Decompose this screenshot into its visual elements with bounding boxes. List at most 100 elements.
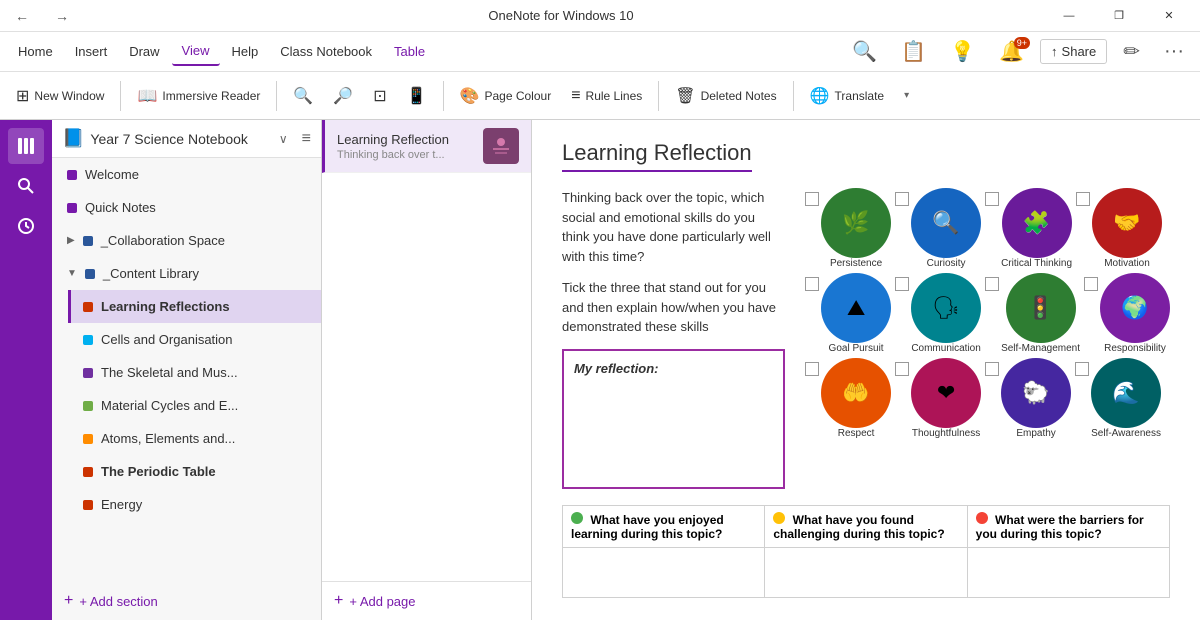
translate-button[interactable]: 🌐 Translate [802,82,893,110]
skill-persistence: 🌿 Persistence [805,188,891,269]
notifications-btn[interactable]: 🔔 9+ [991,35,1032,68]
add-section-button[interactable]: + + Add section [52,582,321,620]
skill-img-empathy: 🐑 [1001,358,1071,428]
skills-row-2: ⛰ Goal Pursuit 🗣 Communication [805,273,1170,354]
skill-self-management: 🚦 Self-Management [985,273,1080,354]
skill-label-responsibility: Responsibility [1104,343,1166,354]
add-page-plus-icon: + [334,592,343,610]
section-item-quick-notes[interactable]: Quick Notes [52,191,321,224]
menu-draw[interactable]: Draw [119,38,169,65]
skill-img-persistence: 🌿 [821,188,891,258]
section-label-skeletal: The Skeletal and Mus... [101,365,238,380]
section-dot-content-library [85,269,95,279]
menu-help[interactable]: Help [222,38,269,65]
mobile-view-icon: 📱 [407,86,427,106]
edit-mode-button[interactable]: ✏ [1115,35,1148,68]
menu-table[interactable]: Table [384,38,435,65]
new-window-icon: ⊞ [16,86,29,106]
section-item-cells[interactable]: Cells and Organisation [68,323,321,356]
page-item-learning-reflection[interactable]: Learning Reflection Thinking back over t… [322,120,531,173]
search-icon-btn[interactable]: 🔍 [844,35,885,68]
section-dot-learning-reflections [83,302,93,312]
skill-img-communication: 🗣 [911,273,981,343]
notebook-sidebar [0,120,52,620]
section-chevron-content-library[interactable]: ▼ [67,268,77,279]
section-item-energy[interactable]: Energy [68,488,321,521]
skill-checkbox-self-awareness[interactable] [1075,362,1089,376]
skill-critical-thinking: 🧩 Critical Thinking [985,188,1072,269]
pages-list: Learning Reflection Thinking back over t… [322,120,531,581]
section-dot-periodic [83,467,93,477]
zoom-in-button[interactable]: 🔎 [325,82,361,110]
section-item-atoms[interactable]: Atoms, Elements and... [68,422,321,455]
menu-insert[interactable]: Insert [65,38,118,65]
skill-checkbox-responsibility[interactable] [1084,277,1098,291]
page-colour-button[interactable]: 🎨 Page Colour [452,82,560,110]
sidebar-notebooks-icon[interactable] [8,128,44,164]
main-layout: 📘 Year 7 Science Notebook ∨ ≡ Welcome Qu… [0,120,1200,620]
toolbar: ⊞ New Window 📖 Immersive Reader 🔍 🔎 ⊡ 📱 … [0,72,1200,120]
zoom-in-icon: 🔎 [333,86,353,106]
add-page-button[interactable]: + + Add page [322,581,531,620]
reflection-box[interactable]: My reflection: [562,349,785,489]
minimize-button[interactable]: — [1046,0,1092,32]
section-dot-atoms [83,434,93,444]
section-item-welcome[interactable]: Welcome [52,158,321,191]
menu-view[interactable]: View [172,37,220,66]
fit-page-button[interactable]: ⊡ [365,82,394,110]
skill-checkbox-self-management[interactable] [985,277,999,291]
section-label-atoms: Atoms, Elements and... [101,431,235,446]
back-button[interactable]: ← [8,2,36,30]
section-item-learning-reflections[interactable]: Learning Reflections [68,290,321,323]
table-cell-challenging[interactable] [765,547,967,597]
new-window-button[interactable]: ⊞ New Window [8,82,112,110]
deleted-notes-button[interactable]: 🗑 Deleted Notes [667,82,784,110]
table-header-barriers: What were the barriers for you during th… [967,505,1169,547]
sidebar-search-icon[interactable] [8,168,44,204]
skill-checkbox-empathy[interactable] [985,362,999,376]
more-options-button[interactable]: ··· [1156,36,1192,67]
skill-img-critical-thinking: 🧩 [1002,188,1072,258]
section-item-content-library[interactable]: ▼ _Content Library [52,257,321,290]
skill-checkbox-communication[interactable] [895,277,909,291]
skill-checkbox-motivation[interactable] [1076,192,1090,206]
menu-class-notebook[interactable]: Class Notebook [270,38,382,65]
rule-lines-button[interactable]: ≡ Rule Lines [563,83,650,109]
skill-checkbox-thoughtfulness[interactable] [895,362,909,376]
notebook-chevron-icon[interactable]: ∨ [279,132,288,146]
skill-checkbox-goal-pursuit[interactable] [805,277,819,291]
section-dot-welcome [67,170,77,180]
skill-checkbox-respect[interactable] [805,362,819,376]
table-content-row [563,547,1170,597]
section-item-skeletal[interactable]: The Skeletal and Mus... [68,356,321,389]
skill-label-communication: Communication [911,343,980,354]
skill-curiosity: 🔍 Curiosity [895,188,981,269]
section-item-material[interactable]: Material Cycles and E... [68,389,321,422]
skill-checkbox-curiosity[interactable] [895,192,909,206]
lightbulb-icon-btn[interactable]: 💡 [942,35,983,68]
forward-button[interactable]: → [48,2,76,30]
notebook-icon-btn[interactable]: 📋 [893,35,934,68]
table-cell-enjoyed[interactable] [563,547,765,597]
notebook-sort-icon[interactable]: ≡ [302,130,311,148]
skill-checkbox-persistence[interactable] [805,192,819,206]
section-item-periodic[interactable]: The Periodic Table [68,455,321,488]
separator-1 [120,81,121,111]
mobile-view-button[interactable]: 📱 [399,82,435,110]
skill-img-respect: 🤲 [821,358,891,428]
zoom-out-button[interactable]: 🔍 [285,82,321,110]
section-item-collaboration[interactable]: ▶ _Collaboration Space [52,224,321,257]
toolbar-more-button[interactable]: ▾ [896,86,917,105]
close-button[interactable]: ✕ [1146,0,1192,32]
add-section-plus-icon: + [64,592,73,610]
maximize-button[interactable]: ❐ [1096,0,1142,32]
immersive-reader-button[interactable]: 📖 Immersive Reader [129,82,268,110]
pages-panel: Learning Reflection Thinking back over t… [322,120,532,620]
table-cell-barriers[interactable] [967,547,1169,597]
section-chevron-collaboration[interactable]: ▶ [67,235,75,246]
share-button[interactable]: ↑ Share [1040,39,1107,64]
skill-checkbox-critical-thinking[interactable] [985,192,999,206]
menu-home[interactable]: Home [8,38,63,65]
skill-label-thoughtfulness: Thoughtfulness [912,428,980,439]
sidebar-recent-icon[interactable] [8,208,44,244]
